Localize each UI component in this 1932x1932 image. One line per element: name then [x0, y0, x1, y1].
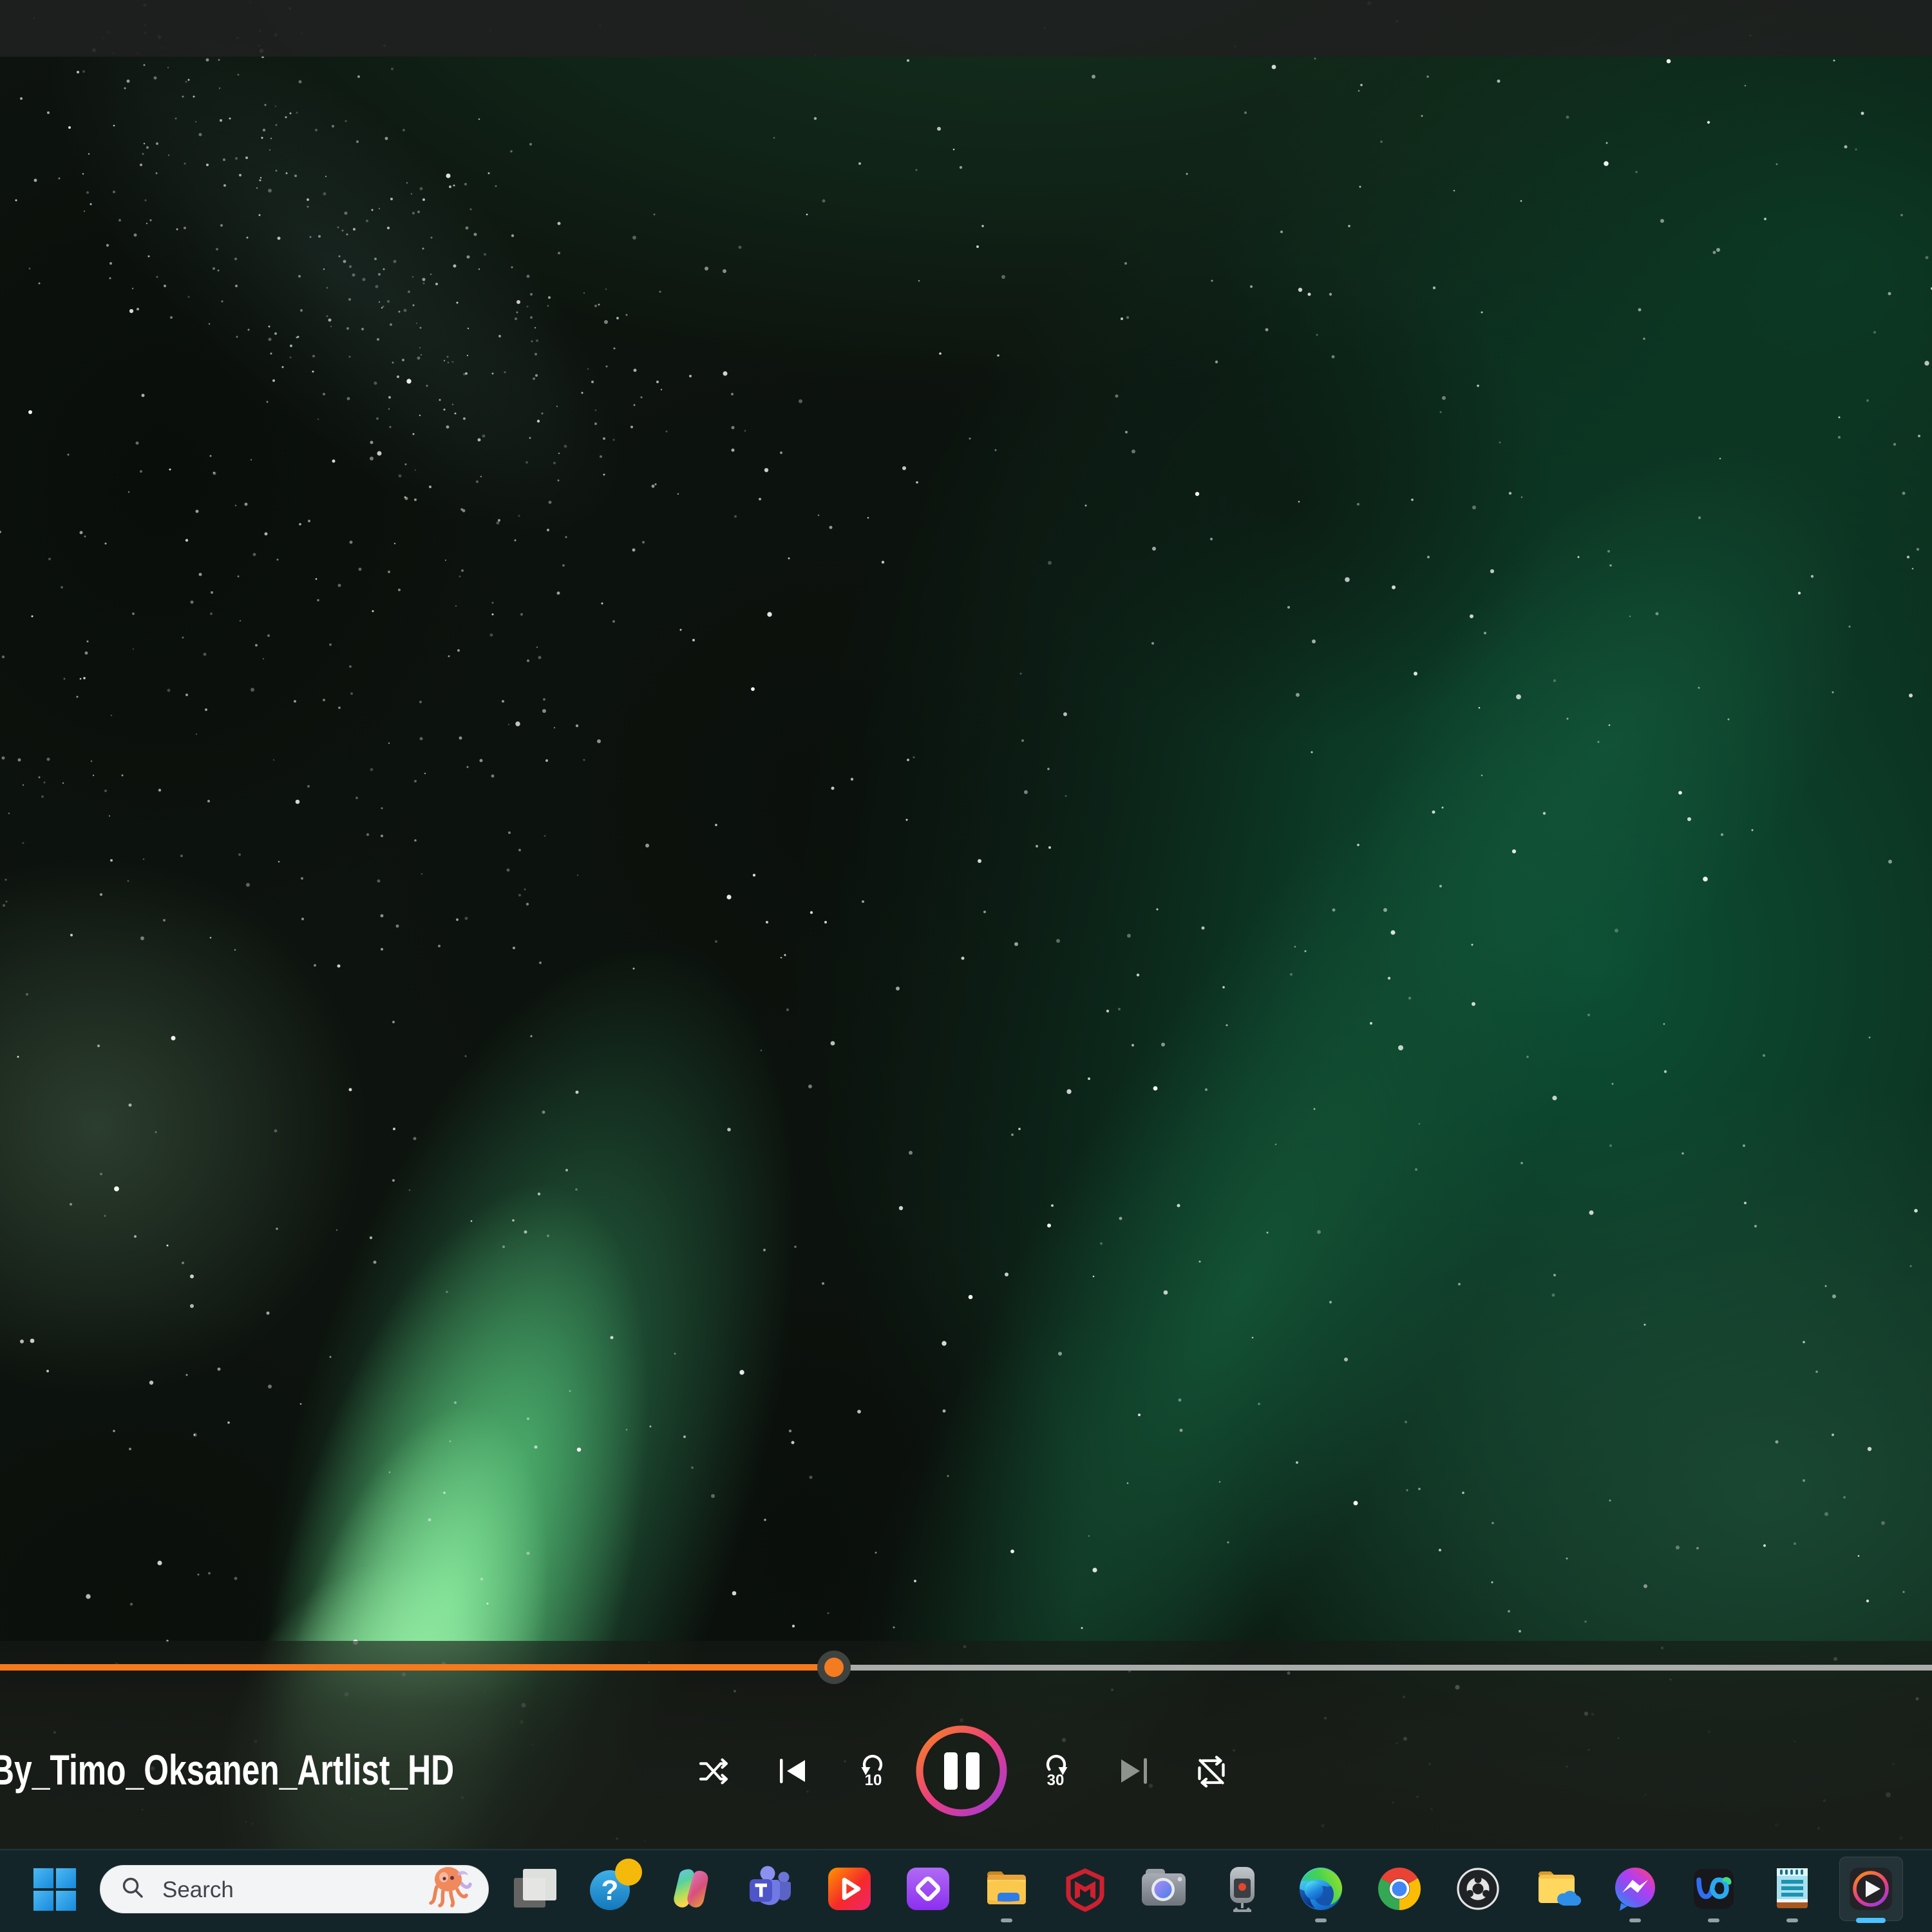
svg-text:10: 10 [865, 1772, 882, 1788]
svg-text:30: 30 [1047, 1772, 1065, 1788]
svg-text:?: ? [601, 1875, 619, 1906]
